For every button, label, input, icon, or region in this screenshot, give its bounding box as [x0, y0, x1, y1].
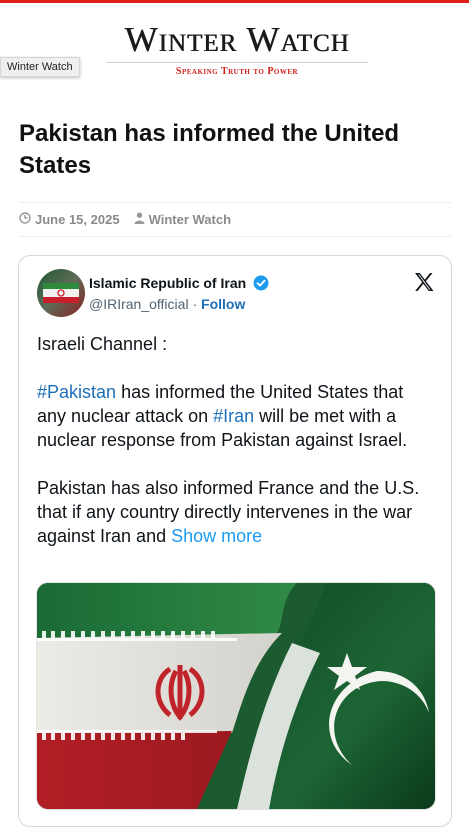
clock-icon — [19, 212, 31, 227]
hashtag-link[interactable]: #Pakistan — [37, 382, 116, 402]
account-name[interactable]: Islamic Republic of Iran — [89, 275, 269, 291]
hashtag-link[interactable]: #Iran — [213, 406, 254, 426]
follow-button[interactable]: Follow — [201, 296, 245, 312]
account-display-name[interactable]: Islamic Republic of Iran — [89, 275, 246, 291]
user-icon — [134, 212, 145, 227]
post-title: Pakistan has informed the United States — [19, 120, 400, 179]
tweet-media-image[interactable] — [36, 582, 436, 810]
logo-divider — [106, 62, 368, 63]
account-handle[interactable]: @IRIran_official — [89, 296, 189, 312]
embedded-tweet[interactable]: Islamic Republic of Iran @IRIran_officia… — [18, 255, 452, 827]
tweet-paragraph: Israeli Channel : — [37, 334, 168, 354]
logo-tooltip: Winter Watch — [0, 57, 80, 77]
account-handle-line: @IRIran_official · Follow — [89, 296, 245, 312]
tweet-paragraph: Pakistan has also informed France and th… — [37, 476, 437, 548]
post-meta: June 15, 2025 Winter Watch — [19, 202, 451, 237]
avatar[interactable] — [37, 269, 85, 317]
logo-tagline: Speaking Truth to Power — [175, 66, 299, 77]
post-date[interactable]: June 15, 2025 — [35, 212, 120, 227]
show-more-link[interactable]: Show more — [171, 526, 262, 546]
post-author[interactable]: Winter Watch — [149, 212, 231, 227]
site-logo[interactable]: Winter Watch Speaking Truth to Power — [100, 20, 374, 77]
tweet-paragraph: #Pakistan has informed the United States… — [37, 380, 437, 452]
tweet-body: Israeli Channel : #Pakistan has informed… — [37, 332, 437, 548]
top-accent-bar — [0, 0, 469, 3]
x-logo-icon[interactable] — [413, 271, 435, 293]
logo-title: Winter Watch — [124, 20, 350, 59]
verified-badge-icon — [253, 275, 269, 291]
handle-separator: · — [192, 296, 198, 312]
